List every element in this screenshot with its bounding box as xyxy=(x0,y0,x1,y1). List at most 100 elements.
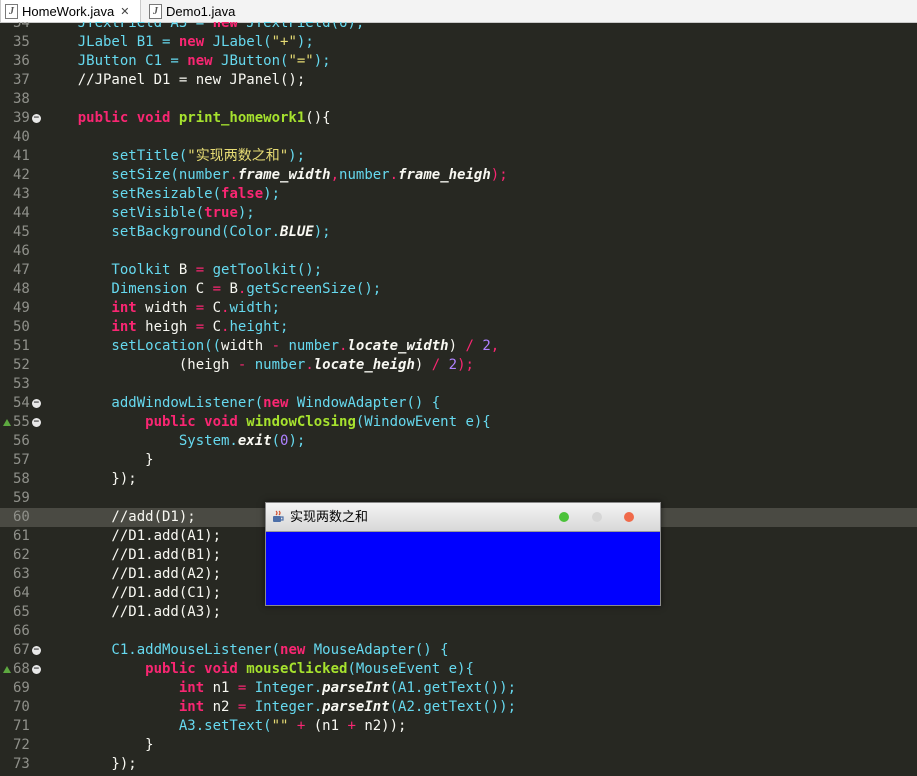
code-line[interactable]: 56 System.exit(0); xyxy=(0,432,917,451)
line-number: 68 xyxy=(13,661,30,677)
code-line[interactable]: 53 xyxy=(0,375,917,394)
code-token: = xyxy=(195,319,213,335)
code-token: (MouseEvent e){ xyxy=(347,661,474,677)
code-line[interactable]: 69 int n1 = Integer.parseInt(A1.getText(… xyxy=(0,679,917,698)
code-line[interactable]: 67− C1.addMouseListener(new MouseAdapter… xyxy=(0,641,917,660)
line-number: 41 xyxy=(13,148,30,164)
line-gutter: 72 xyxy=(0,736,44,755)
line-number: 46 xyxy=(13,243,30,259)
code-token: System. xyxy=(44,433,238,449)
line-gutter: 50 xyxy=(0,318,44,337)
code-line[interactable]: 68− public void mouseClicked(MouseEvent … xyxy=(0,660,917,679)
code-token: true xyxy=(204,205,238,221)
code-line[interactable]: 42 setSize(number.frame_width,number.fra… xyxy=(0,166,917,185)
code-line[interactable]: 57 } xyxy=(0,451,917,470)
line-gutter: 38 xyxy=(0,90,44,109)
code-text: setTitle("实现两数之和"); xyxy=(44,147,305,166)
close-button[interactable] xyxy=(624,512,634,522)
tab-demo1-java[interactable]: J Demo1.java xyxy=(145,0,245,22)
code-token: . xyxy=(305,357,314,373)
code-line[interactable]: 40 xyxy=(0,128,917,147)
code-line[interactable]: 66 xyxy=(0,622,917,641)
code-line[interactable]: 45 setBackground(Color.BLUE); xyxy=(0,223,917,242)
code-token: new xyxy=(280,642,314,658)
fold-toggle-icon[interactable]: − xyxy=(32,646,41,655)
code-token: setSize(number xyxy=(44,167,230,183)
code-line[interactable]: 71 A3.setText("" + (n1 + n2)); xyxy=(0,717,917,736)
code-line[interactable]: 35 JLabel B1 = new JLabel("+"); xyxy=(0,33,917,52)
line-gutter: 37 xyxy=(0,71,44,90)
line-number: 43 xyxy=(13,186,30,202)
code-line[interactable]: 37 //JPanel D1 = new JPanel(); xyxy=(0,71,917,90)
window-title: 实现两数之和 xyxy=(290,509,369,524)
line-gutter: 69 xyxy=(0,679,44,698)
code-line[interactable]: 48 Dimension C = B.getScreenSize(); xyxy=(0,280,917,299)
code-line[interactable]: 72 } xyxy=(0,736,917,755)
line-gutter: 36 xyxy=(0,52,44,71)
fold-toggle-icon[interactable]: − xyxy=(32,399,41,408)
fold-toggle-icon[interactable]: − xyxy=(32,418,41,427)
code-token: (){ xyxy=(305,110,331,126)
code-line[interactable]: 39− public void print_homework1(){ xyxy=(0,109,917,128)
line-number: 56 xyxy=(13,433,30,449)
code-line[interactable]: 34 JTextField A3 = new JTextField(6); xyxy=(0,22,917,33)
line-number: 51 xyxy=(13,338,30,354)
code-line[interactable]: 73 }); xyxy=(0,755,917,774)
line-number: 48 xyxy=(13,281,30,297)
code-line[interactable]: 41 setTitle("实现两数之和"); xyxy=(0,147,917,166)
line-number: 61 xyxy=(13,528,30,544)
code-line[interactable]: 51 setLocation((width - number.locate_wi… xyxy=(0,337,917,356)
code-token: Integer. xyxy=(254,680,323,696)
code-line[interactable]: 47 Toolkit B = getToolkit(); xyxy=(0,261,917,280)
code-token: getScreenSize(); xyxy=(246,281,382,297)
code-line[interactable]: 58 }); xyxy=(0,470,917,489)
code-line[interactable]: 70 int n2 = Integer.parseInt(A2.getText(… xyxy=(0,698,917,717)
code-token: width xyxy=(145,300,196,316)
code-text: public void windowClosing(WindowEvent e)… xyxy=(44,413,491,432)
minimize-button[interactable] xyxy=(559,512,569,522)
code-line[interactable]: 54− addWindowListener(new WindowAdapter(… xyxy=(0,394,917,413)
code-text: setBackground(Color.BLUE); xyxy=(44,223,330,242)
line-number: 72 xyxy=(13,737,30,753)
code-token: (A1.getText()); xyxy=(389,680,517,696)
line-number: 44 xyxy=(13,205,30,221)
line-number: 60 xyxy=(13,509,30,525)
line-gutter: 71 xyxy=(0,717,44,736)
java-frame-window[interactable]: 实现两数之和 xyxy=(265,502,661,606)
code-line[interactable]: 36 JButton C1 = new JButton("="); xyxy=(0,52,917,71)
code-line[interactable]: 55− public void windowClosing(WindowEven… xyxy=(0,413,917,432)
fold-toggle-icon[interactable]: − xyxy=(32,665,41,674)
code-token: int xyxy=(44,319,146,335)
code-token: (heigh xyxy=(44,357,238,373)
code-token: setTitle( xyxy=(44,148,188,164)
window-title-bar[interactable]: 实现两数之和 xyxy=(266,503,660,532)
code-line[interactable]: 46 xyxy=(0,242,917,261)
maximize-button[interactable] xyxy=(592,512,602,522)
line-gutter: 34 xyxy=(0,22,44,33)
java-cup-icon xyxy=(273,510,284,522)
code-text: (heigh - number.locate_heigh) / 2); xyxy=(44,356,474,375)
code-line[interactable]: 43 setResizable(false); xyxy=(0,185,917,204)
line-number: 66 xyxy=(13,623,30,639)
code-token: "实现两数之和" xyxy=(187,148,289,164)
code-line[interactable]: 50 int heigh = C.height; xyxy=(0,318,917,337)
code-token: JButton C1 = xyxy=(44,53,188,69)
code-line[interactable]: 49 int width = C.width; xyxy=(0,299,917,318)
code-token: - xyxy=(271,338,289,354)
code-token: Dimension xyxy=(44,281,196,297)
tab-homework-java[interactable]: J HomeWork.java ✕ xyxy=(0,0,141,22)
code-line[interactable]: 44 setVisible(true); xyxy=(0,204,917,223)
code-line[interactable]: 52 (heigh - number.locate_heigh) / 2); xyxy=(0,356,917,375)
close-tab-icon[interactable]: ✕ xyxy=(120,5,129,18)
code-token: 2 xyxy=(482,338,491,354)
fold-toggle-icon[interactable]: − xyxy=(32,114,41,123)
code-token: //D1.add(A3); xyxy=(44,604,222,620)
code-text: //JPanel D1 = new JPanel(); xyxy=(44,71,306,90)
code-editor[interactable]: 34 JTextField A3 = new JTextField(6); 35 … xyxy=(0,22,917,776)
code-text: JTextField A3 = new JTextField(6); xyxy=(44,22,365,33)
code-line[interactable]: 38 xyxy=(0,90,917,109)
code-token: parseInt xyxy=(322,699,390,715)
code-token: ) xyxy=(448,338,466,354)
code-token: new xyxy=(212,22,238,31)
code-token: "" xyxy=(271,718,297,734)
